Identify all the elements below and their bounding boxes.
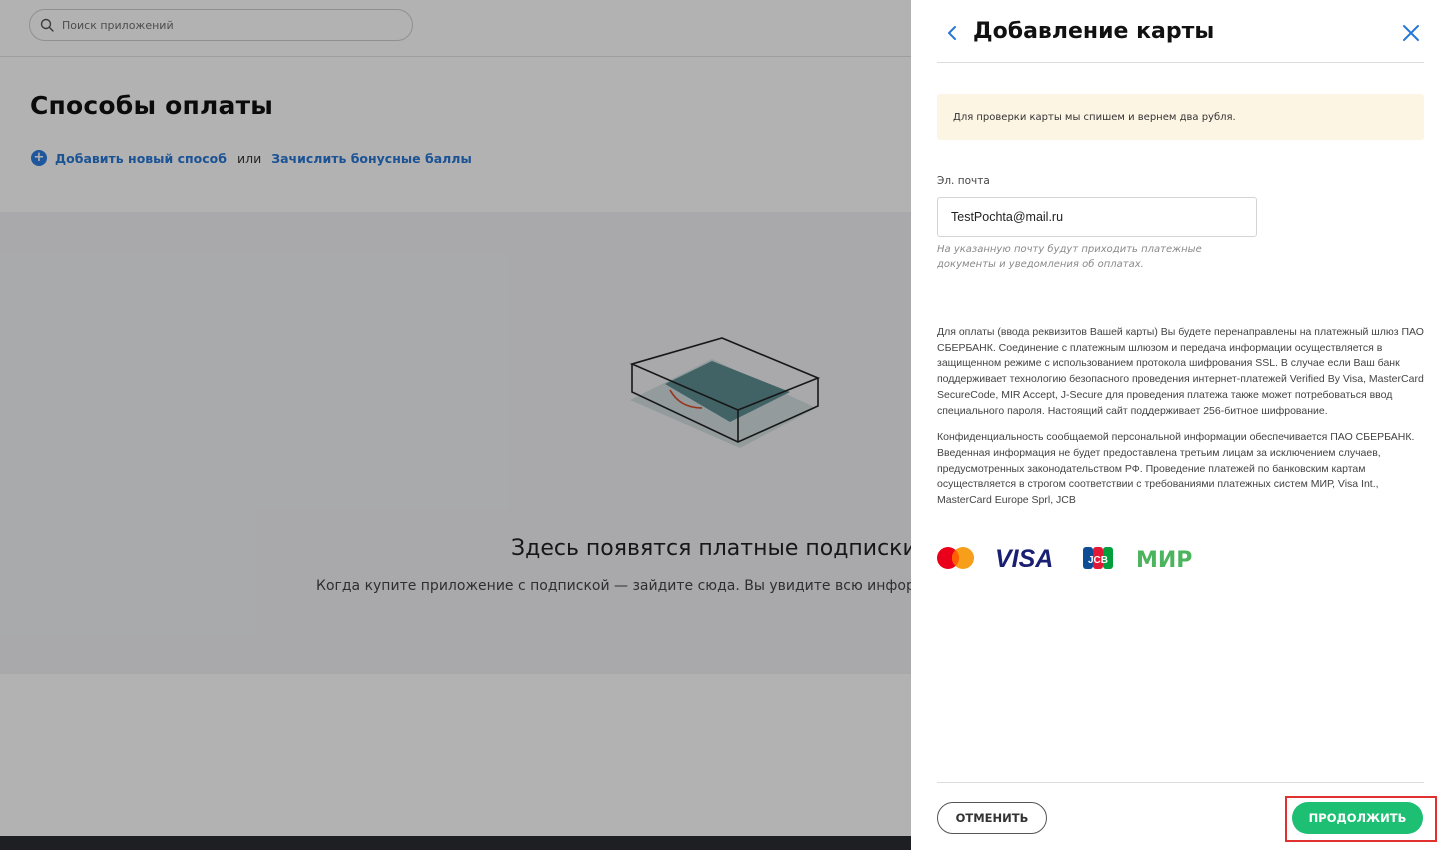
visa-icon: VISA: [995, 545, 1053, 573]
mastercard-icon: [937, 547, 974, 569]
email-field[interactable]: [937, 197, 1257, 237]
add-card-drawer: Добавление карты Для проверки карты мы с…: [911, 0, 1442, 850]
mir-icon: МИР: [1136, 548, 1192, 573]
continue-button[interactable]: ПРОДОЛЖИТЬ: [1292, 802, 1423, 834]
modal-overlay[interactable]: [0, 0, 911, 850]
email-hint: На указанную почту будут приходить плате…: [937, 244, 1202, 270]
email-label: Эл. почта: [937, 175, 990, 187]
footer-divider: [937, 782, 1424, 783]
back-chevron-icon[interactable]: [943, 22, 963, 44]
legal-paragraph-privacy: Конфиденциальность сообщаемой персональн…: [937, 431, 1415, 507]
drawer-title: Добавление карты: [973, 19, 1215, 44]
cancel-button[interactable]: ОТМЕНИТЬ: [937, 802, 1047, 834]
verification-notice: Для проверки карты мы спишем и вернем дв…: [937, 94, 1424, 140]
jcb-icon: JCB: [1083, 547, 1113, 569]
close-icon[interactable]: [1400, 22, 1422, 44]
payment-logos: VISA JCB МИР: [937, 545, 1192, 573]
drawer-header: Добавление карты: [937, 0, 1424, 63]
legal-text: Для оплаты (ввода реквизитов Вашей карты…: [937, 325, 1426, 509]
legal-paragraph-sber-gateway: Для оплаты (ввода реквизитов Вашей карты…: [937, 326, 1424, 417]
svg-text:JCB: JCB: [1088, 555, 1108, 566]
